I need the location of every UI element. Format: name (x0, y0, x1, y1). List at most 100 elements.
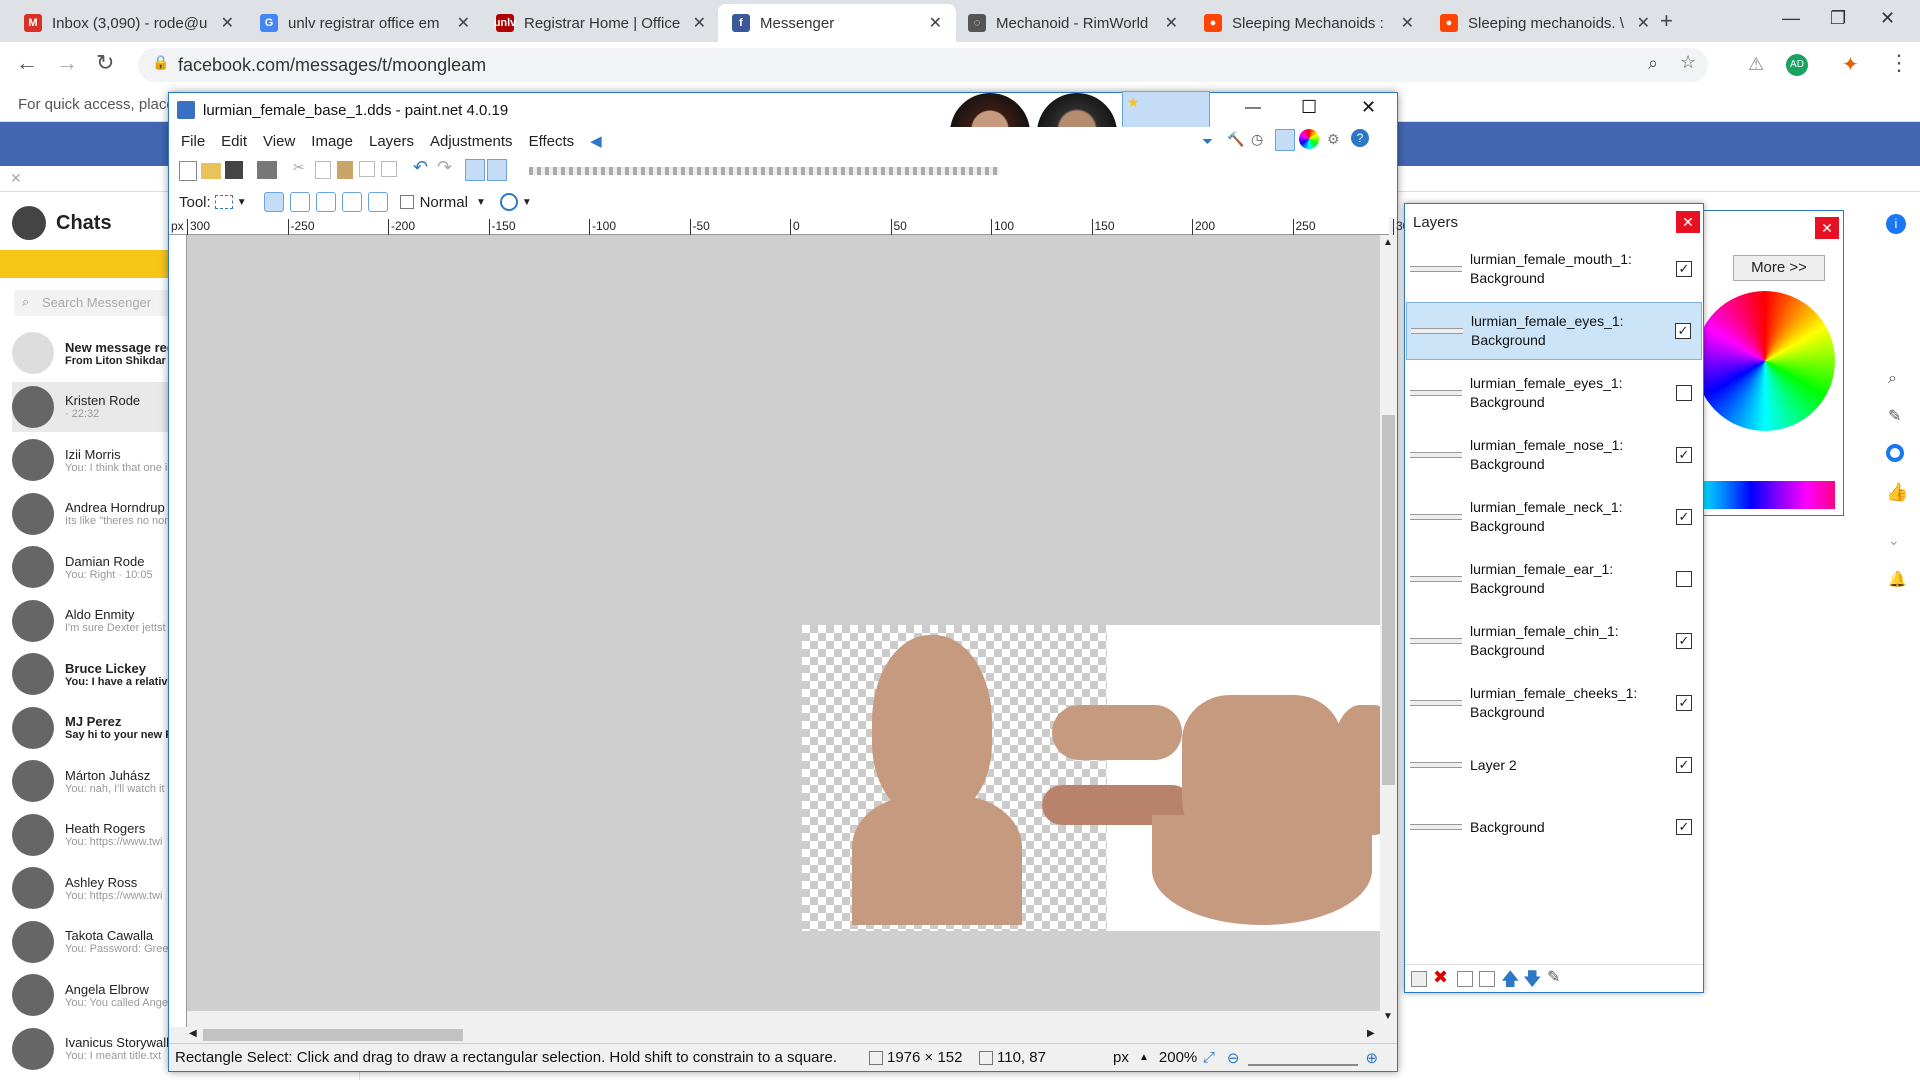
layer-row[interactable]: lurmian_female_mouth_1: Background ✓ (1406, 240, 1702, 298)
new-icon[interactable] (179, 161, 197, 181)
layer-row[interactable]: lurmian_female_eyes_1: Background (1406, 364, 1702, 422)
open-icon[interactable] (201, 163, 221, 179)
add-layer-icon[interactable] (1411, 971, 1427, 987)
tools-icon[interactable]: 🔨 (1227, 131, 1244, 148)
copy-icon[interactable] (315, 161, 331, 179)
menu-edit[interactable]: Edit (221, 133, 247, 150)
close-icon[interactable]: ✕ (10, 170, 22, 187)
layer-row[interactable]: lurmian_female_cheeks_1: Background ✓ (1406, 674, 1702, 732)
close-layers-button[interactable]: ✕ (1676, 211, 1700, 233)
close-tab-icon[interactable]: ✕ (1637, 13, 1650, 33)
vertical-scrollbar[interactable]: ▲ ▼ (1380, 235, 1397, 1027)
restore-icon[interactable]: ❐ (1830, 8, 1846, 29)
minimize-icon[interactable]: — (1245, 99, 1261, 117)
selection-mode-union-icon[interactable] (289, 192, 310, 212)
extension-icon[interactable]: ⚠ (1748, 54, 1764, 75)
layer-row[interactable]: lurmian_female_ear_1: Background (1406, 550, 1702, 608)
rulers-icon[interactable] (487, 159, 507, 181)
address-bar[interactable]: 🔒 facebook.com/messages/t/moongleam ⌕ ☆ (138, 48, 1708, 82)
edit-icon[interactable]: ✎ (1888, 406, 1901, 426)
zoom-slider[interactable] (1247, 1050, 1358, 1066)
close-tab-icon[interactable]: ✕ (457, 13, 470, 33)
horizontal-scroll-thumb[interactable] (203, 1029, 463, 1041)
scroll-left-icon[interactable]: ◀ (189, 1028, 197, 1039)
forward-icon[interactable]: → (56, 50, 78, 76)
merge-down-icon[interactable] (1479, 971, 1495, 987)
blend-mode-select[interactable]: Normal (420, 194, 468, 211)
close-tab-icon[interactable]: ✕ (221, 13, 234, 33)
scroll-right-icon[interactable]: ▶ (1367, 1028, 1375, 1039)
redo-icon[interactable]: ↷ (437, 157, 452, 178)
zoom-in-icon[interactable]: ⊕ (1366, 1049, 1379, 1067)
color-palette[interactable] (1695, 481, 1835, 509)
layer-row[interactable]: lurmian_female_eyes_1: Background ✓ (1406, 302, 1702, 360)
color-wheel[interactable] (1695, 291, 1835, 431)
layer-row[interactable]: lurmian_female_neck_1: Background ✓ (1406, 488, 1702, 546)
tab-6[interactable]: ● Sleeping mechanoids. \ ✕ (1426, 4, 1664, 42)
layer-row[interactable]: lurmian_female_chin_1: Background ✓ (1406, 612, 1702, 670)
image-canvas[interactable] (802, 625, 1392, 931)
deselect-icon[interactable] (381, 161, 397, 177)
help-icon[interactable]: ? (1351, 129, 1369, 147)
close-colors-button[interactable]: ✕ (1815, 217, 1839, 239)
layer-visibility-checkbox[interactable]: ✓ (1676, 695, 1692, 711)
more-button[interactable]: More >> (1733, 255, 1825, 281)
settings-icon[interactable]: ⚙ (1327, 131, 1340, 148)
layer-visibility-checkbox[interactable]: ✓ (1676, 261, 1692, 277)
close-tab-icon[interactable]: ✕ (693, 13, 706, 33)
layer-row[interactable]: Background ✓ (1406, 798, 1702, 856)
grid-icon[interactable] (465, 159, 485, 181)
menu-image[interactable]: Image (311, 133, 353, 150)
bell-icon[interactable]: 🔔 (1888, 570, 1907, 588)
menu-file[interactable]: File (181, 133, 205, 150)
zoom-level[interactable]: 200% (1159, 1049, 1203, 1066)
layer-visibility-checkbox[interactable]: ✓ (1676, 447, 1692, 463)
menu-effects[interactable]: Effects (529, 133, 575, 150)
chevron-down-icon[interactable]: ▼ (237, 197, 247, 208)
layer-visibility-checkbox[interactable]: ✓ (1676, 633, 1692, 649)
move-down-icon[interactable]: 🡇 (1523, 967, 1542, 997)
like-icon[interactable]: 👍 (1886, 482, 1908, 503)
delete-layer-icon[interactable]: ✖ (1433, 967, 1448, 988)
close-icon[interactable]: ✕ (1361, 97, 1376, 118)
search-icon[interactable]: ⌕ (1888, 370, 1897, 388)
layer-row[interactable]: lurmian_female_nose_1: Background ✓ (1406, 426, 1702, 484)
paste-icon[interactable] (337, 161, 353, 179)
tab-4[interactable]: ◌ Mechanoid - RimWorld ✕ (954, 4, 1192, 42)
colors-icon[interactable] (1299, 129, 1319, 149)
layer-visibility-checkbox[interactable]: ✓ (1676, 509, 1692, 525)
history-icon[interactable]: ◷ (1251, 131, 1263, 148)
cut-icon[interactable]: ✂ (293, 159, 305, 176)
reload-icon[interactable]: ↻ (96, 50, 114, 76)
vertical-scroll-thumb[interactable] (1382, 415, 1395, 785)
close-window-icon[interactable]: ✕ (1880, 8, 1895, 29)
zoom-icon[interactable]: ⌕ (1648, 53, 1658, 74)
layer-properties-icon[interactable]: ✎ (1547, 967, 1560, 987)
layer-visibility-checkbox[interactable]: ✓ (1675, 323, 1691, 339)
hide-panels-icon[interactable]: ⏷ (1202, 133, 1213, 150)
selection-mode-exclude-icon[interactable] (315, 192, 336, 212)
selection-mode-intersect-icon[interactable] (341, 192, 362, 212)
tab-1[interactable]: Gunlv registrar office em ✕ (246, 4, 484, 42)
info-icon[interactable]: i (1886, 214, 1906, 234)
unit-select[interactable]: px (1113, 1049, 1139, 1066)
canvas-area[interactable] (187, 235, 1392, 1011)
menu-icon[interactable]: ⋮ (1888, 50, 1910, 76)
color-dot-icon[interactable] (1886, 444, 1904, 462)
layers-icon[interactable] (1275, 129, 1295, 151)
my-avatar[interactable] (12, 206, 46, 240)
chevron-down-icon[interactable]: ▼ (476, 197, 486, 208)
crop-icon[interactable] (359, 161, 375, 177)
maximize-icon[interactable]: ☐ (1301, 97, 1317, 118)
chevron-down-icon[interactable]: ⌄ (1888, 532, 1900, 549)
new-tab-button[interactable]: + (1660, 8, 1673, 34)
rectangle-select-icon[interactable] (214, 195, 233, 209)
chevron-down-icon[interactable]: ▼ (522, 197, 532, 208)
undo-icon[interactable]: ↶ (413, 157, 428, 178)
star-icon[interactable]: ☆ (1680, 52, 1696, 73)
paintnet-titlebar[interactable]: lurmian_female_base_1.dds - paint.net 4.… (169, 91, 1397, 177)
duplicate-layer-icon[interactable] (1457, 971, 1473, 987)
layer-row[interactable]: Layer 2 ✓ (1406, 736, 1702, 794)
back-icon[interactable]: ← (16, 50, 38, 76)
print-icon[interactable] (257, 161, 277, 179)
